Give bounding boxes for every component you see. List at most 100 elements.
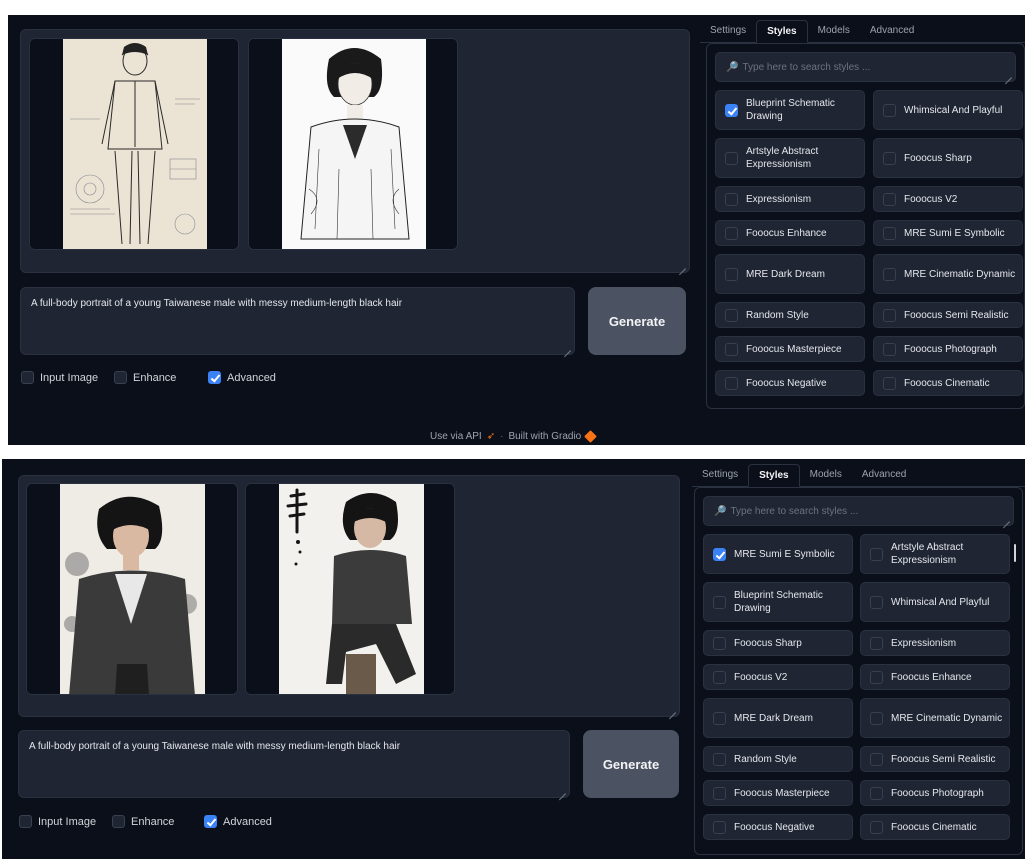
style-option[interactable]: Fooocus Masterpiece	[715, 336, 865, 362]
prompt-resize-handle[interactable]	[557, 785, 567, 795]
built-with-gradio-link[interactable]: Built with Gradio	[508, 431, 581, 442]
style-option[interactable]: Fooocus Sharp	[873, 138, 1023, 178]
style-option[interactable]: MRE Cinematic Dynamic	[873, 254, 1023, 294]
checkbox-box	[713, 670, 726, 684]
gallery-resize-handle[interactable]	[667, 704, 677, 714]
enhance-checkbox[interactable]: Enhance	[114, 371, 176, 384]
style-option[interactable]: Blueprint Schematic Drawing	[703, 582, 853, 622]
style-option-label: Blueprint Schematic Drawing	[746, 98, 835, 122]
input-image-label: Input Image	[40, 371, 99, 384]
tab-styles[interactable]: Styles	[756, 20, 808, 43]
tab-settings[interactable]: Settings	[700, 20, 756, 42]
style-option-label: Fooocus V2	[734, 671, 788, 683]
style-option[interactable]: Fooocus Semi Realistic	[873, 302, 1023, 328]
gallery-image-1[interactable]	[26, 483, 238, 695]
style-option-label: Blueprint Schematic Drawing	[734, 590, 823, 614]
prompt-input[interactable]: A full-body portrait of a young Taiwanes…	[20, 287, 575, 355]
style-option[interactable]: Fooocus Cinematic	[860, 814, 1010, 840]
tab-advanced[interactable]: Advanced	[852, 464, 916, 486]
style-option[interactable]: MRE Cinematic Dynamic	[860, 698, 1010, 738]
gallery-image-2[interactable]	[248, 38, 458, 250]
output-gallery	[20, 29, 690, 273]
style-option[interactable]: Fooocus V2	[873, 186, 1023, 212]
checkbox-box	[870, 786, 883, 800]
tab-models[interactable]: Models	[800, 464, 852, 486]
style-option-label: Expressionism	[891, 637, 957, 649]
style-option[interactable]: Fooocus Photograph	[873, 336, 1023, 362]
style-search-input[interactable]: 🔎 Type here to search styles ...	[715, 52, 1016, 82]
checkbox-box	[870, 636, 883, 650]
style-option-label: Random Style	[734, 753, 797, 765]
prompt-text: A full-body portrait of a young Taiwanes…	[29, 741, 401, 752]
style-option-label: Fooocus Photograph	[891, 787, 984, 799]
style-option[interactable]: MRE Sumi E Symbolic	[873, 220, 1023, 246]
generate-button[interactable]: Generate	[588, 287, 686, 355]
checkbox-box	[870, 820, 883, 834]
enhance-label: Enhance	[131, 815, 175, 828]
style-option[interactable]: MRE Dark Dream	[703, 698, 853, 738]
style-option[interactable]: Blueprint Schematic Drawing	[715, 90, 865, 130]
style-option[interactable]: Fooocus Photograph	[860, 780, 1010, 806]
gallery-image-1[interactable]	[29, 38, 239, 250]
advanced-checkbox[interactable]: Advanced	[204, 815, 272, 828]
style-option[interactable]: Fooocus Negative	[703, 814, 853, 840]
advanced-checkbox[interactable]: Advanced	[208, 371, 276, 384]
checkbox-box	[713, 820, 726, 834]
input-image-label: Input Image	[38, 815, 97, 828]
style-option[interactable]: Fooocus Sharp	[703, 630, 853, 656]
checkbox-box	[112, 815, 125, 828]
checkbox-box	[870, 752, 883, 766]
style-option[interactable]: Fooocus Enhance	[715, 220, 865, 246]
checkbox-box	[19, 815, 32, 828]
style-option[interactable]: Whimsical And Playful	[860, 582, 1010, 622]
style-list: 🔎 Type here to search styles ... MRE Sum…	[694, 487, 1023, 855]
style-option[interactable]: MRE Sumi E Symbolic	[703, 534, 853, 574]
search-placeholder: Type here to search styles ...	[730, 505, 859, 517]
style-list-scrollbar[interactable]	[1014, 544, 1016, 562]
style-option-label: Fooocus Sharp	[904, 152, 972, 164]
tab-advanced[interactable]: Advanced	[860, 20, 924, 42]
gallery-image-2[interactable]	[245, 483, 455, 695]
style-option[interactable]: Random Style	[703, 746, 853, 772]
style-option[interactable]: Whimsical And Playful	[873, 90, 1023, 130]
prompt-input[interactable]: A full-body portrait of a young Taiwanes…	[18, 730, 570, 798]
checkbox-box	[713, 752, 726, 766]
style-option[interactable]: Random Style	[715, 302, 865, 328]
generate-button[interactable]: Generate	[583, 730, 679, 798]
tab-settings[interactable]: Settings	[692, 464, 748, 486]
checkbox-box	[713, 711, 726, 725]
enhance-checkbox[interactable]: Enhance	[112, 815, 174, 828]
tab-models[interactable]: Models	[808, 20, 860, 42]
style-option[interactable]: Artstyle Abstract Expressionism	[860, 534, 1010, 574]
checkbox-box	[870, 711, 883, 725]
style-option[interactable]: Expressionism	[860, 630, 1010, 656]
style-option[interactable]: Fooocus Semi Realistic	[860, 746, 1010, 772]
style-option-label: Expressionism	[746, 193, 812, 205]
checkbox-box	[883, 267, 896, 281]
prompt-resize-handle[interactable]	[562, 342, 572, 352]
input-image-checkbox[interactable]: Input Image	[19, 815, 96, 828]
style-option-label: Fooocus Masterpiece	[746, 343, 842, 355]
style-option[interactable]: Fooocus Masterpiece	[703, 780, 853, 806]
input-image-checkbox[interactable]: Input Image	[21, 371, 98, 384]
style-option[interactable]: Expressionism	[715, 186, 865, 212]
gallery-resize-handle[interactable]	[677, 260, 687, 270]
style-option-label: MRE Dark Dream	[746, 268, 825, 280]
style-option[interactable]: Fooocus V2	[703, 664, 853, 690]
gradio-logo-icon	[584, 430, 598, 443]
style-search-input[interactable]: 🔎 Type here to search styles ...	[703, 496, 1014, 526]
style-option[interactable]: Artstyle Abstract Expressionism	[715, 138, 865, 178]
style-option[interactable]: MRE Dark Dream	[715, 254, 865, 294]
style-option[interactable]: Fooocus Negative	[715, 370, 865, 396]
search-resize-handle[interactable]	[1001, 513, 1011, 523]
style-option[interactable]: Fooocus Enhance	[860, 664, 1010, 690]
prompt-text: A full-body portrait of a young Taiwanes…	[31, 298, 403, 309]
search-resize-handle[interactable]	[1003, 69, 1013, 79]
footer-separator: ·	[500, 431, 504, 442]
checkbox-box	[21, 371, 34, 384]
use-via-api-link[interactable]: Use via API	[430, 431, 482, 442]
checkbox-box	[725, 376, 738, 390]
tab-styles[interactable]: Styles	[748, 464, 800, 487]
style-option[interactable]: Fooocus Cinematic	[873, 370, 1023, 396]
tab-bar: Settings Styles Models Advanced	[692, 461, 1025, 487]
